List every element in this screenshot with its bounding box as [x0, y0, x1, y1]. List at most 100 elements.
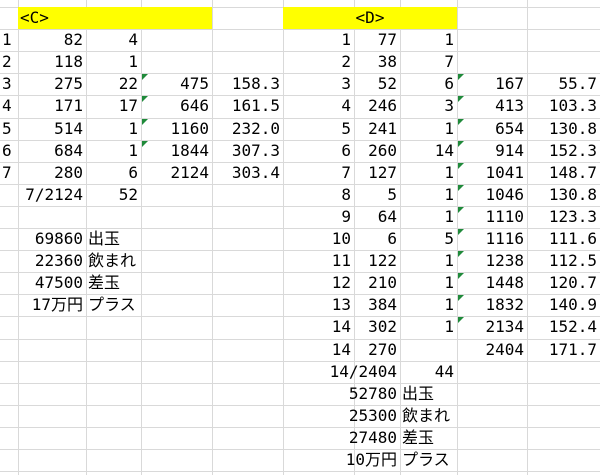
- value-cell[interactable]: 118: [0, 51, 86, 73]
- average-cell[interactable]: 232.0: [212, 118, 283, 140]
- cumulative-cell[interactable]: 914: [457, 140, 527, 162]
- value-cell[interactable]: 246: [354, 95, 400, 117]
- summary-value[interactable]: 10万円: [283, 449, 400, 471]
- cumulative-cell[interactable]: 1046: [457, 184, 527, 206]
- cumulative-cell[interactable]: 2124: [141, 162, 212, 184]
- total-count[interactable]: 44: [400, 361, 457, 383]
- summary-value[interactable]: 25300: [283, 405, 400, 427]
- row-index[interactable]: 7: [283, 162, 354, 184]
- value-cell[interactable]: 6: [354, 228, 400, 250]
- value-cell[interactable]: 127: [354, 162, 400, 184]
- value-cell[interactable]: 280: [0, 162, 86, 184]
- row-index[interactable]: 6: [283, 140, 354, 162]
- row-index[interactable]: 14: [283, 339, 354, 361]
- average-cell[interactable]: 130.8: [527, 184, 600, 206]
- count-cell[interactable]: 22: [86, 73, 141, 95]
- value-cell[interactable]: 514: [0, 118, 86, 140]
- row-index[interactable]: 13: [283, 294, 354, 316]
- average-cell[interactable]: 158.3: [212, 73, 283, 95]
- summary-label[interactable]: 差玉: [86, 272, 212, 294]
- spreadsheet-grid[interactable]: <C> 1 82 4 2 118 1 3 275 22 475 158.3 4 171 17 646 161.5…: [0, 0, 600, 475]
- row-index[interactable]: 10: [283, 228, 354, 250]
- count-cell[interactable]: 1: [400, 162, 457, 184]
- average-cell[interactable]: 152.4: [527, 316, 600, 338]
- count-cell[interactable]: 1: [400, 29, 457, 51]
- count-cell[interactable]: 6: [86, 162, 141, 184]
- average-cell[interactable]: 120.7: [527, 272, 600, 294]
- value-cell[interactable]: 241: [354, 118, 400, 140]
- value-cell[interactable]: 64: [354, 206, 400, 228]
- row-index[interactable]: 12: [283, 272, 354, 294]
- count-cell[interactable]: 52: [86, 184, 141, 206]
- average-cell[interactable]: 148.7: [527, 162, 600, 184]
- average-cell[interactable]: 171.7: [527, 339, 600, 361]
- count-cell[interactable]: 5: [400, 228, 457, 250]
- cumulative-cell[interactable]: 2404: [457, 339, 527, 361]
- row-index[interactable]: 5: [283, 118, 354, 140]
- summary-value[interactable]: 22360: [0, 250, 86, 272]
- cumulative-cell[interactable]: 1160: [141, 118, 212, 140]
- row-index[interactable]: 1: [283, 29, 354, 51]
- summary-value[interactable]: 47500: [0, 272, 86, 294]
- cumulative-cell[interactable]: 2134: [457, 316, 527, 338]
- value-cell[interactable]: 302: [354, 316, 400, 338]
- count-cell[interactable]: 1: [400, 118, 457, 140]
- value-cell[interactable]: 684: [0, 140, 86, 162]
- summary-value[interactable]: 69860: [0, 228, 86, 250]
- value-cell[interactable]: 171: [0, 95, 86, 117]
- summary-value[interactable]: 52780: [283, 383, 400, 405]
- cumulative-cell[interactable]: 654: [457, 118, 527, 140]
- value-cell[interactable]: 52: [354, 73, 400, 95]
- average-cell[interactable]: 103.3: [527, 95, 600, 117]
- row-index[interactable]: 3: [283, 73, 354, 95]
- count-cell[interactable]: 17: [86, 95, 141, 117]
- count-cell[interactable]: 1: [86, 118, 141, 140]
- value-cell[interactable]: 82: [0, 29, 86, 51]
- cumulative-cell[interactable]: 1041: [457, 162, 527, 184]
- summary-label[interactable]: プラス: [400, 449, 527, 471]
- value-cell[interactable]: 77: [354, 29, 400, 51]
- summary-label[interactable]: 飲まれ: [400, 405, 527, 427]
- value-cell[interactable]: 275: [0, 73, 86, 95]
- value-cell[interactable]: 384: [354, 294, 400, 316]
- cumulative-cell[interactable]: 1844: [141, 140, 212, 162]
- count-cell[interactable]: 1: [400, 250, 457, 272]
- cumulative-cell[interactable]: 475: [141, 73, 212, 95]
- row-index[interactable]: 11: [283, 250, 354, 272]
- cumulative-cell[interactable]: 413: [457, 95, 527, 117]
- row-index[interactable]: 8: [283, 184, 354, 206]
- average-cell[interactable]: 112.5: [527, 250, 600, 272]
- count-cell[interactable]: 1: [400, 206, 457, 228]
- row-index[interactable]: 14: [283, 316, 354, 338]
- count-cell[interactable]: 1: [400, 316, 457, 338]
- value-cell[interactable]: 7/2124: [0, 184, 86, 206]
- count-cell[interactable]: 1: [400, 184, 457, 206]
- section-header-d[interactable]: <D>: [283, 7, 457, 29]
- cumulative-cell[interactable]: 646: [141, 95, 212, 117]
- count-cell[interactable]: 1: [86, 140, 141, 162]
- average-cell[interactable]: 140.9: [527, 294, 600, 316]
- value-cell[interactable]: 5: [354, 184, 400, 206]
- value-cell[interactable]: 38: [354, 51, 400, 73]
- cumulative-cell[interactable]: 1832: [457, 294, 527, 316]
- row-index[interactable]: 2: [283, 51, 354, 73]
- summary-label[interactable]: 出玉: [86, 228, 212, 250]
- count-cell[interactable]: 14: [400, 140, 457, 162]
- value-cell[interactable]: 270: [354, 339, 400, 361]
- count-cell[interactable]: 1: [400, 294, 457, 316]
- value-cell[interactable]: 210: [354, 272, 400, 294]
- count-cell[interactable]: 3: [400, 95, 457, 117]
- cumulative-cell[interactable]: 1116: [457, 228, 527, 250]
- total-value[interactable]: 14/2404: [283, 361, 400, 383]
- average-cell[interactable]: 152.3: [527, 140, 600, 162]
- cumulative-cell[interactable]: 167: [457, 73, 527, 95]
- cumulative-cell[interactable]: 1110: [457, 206, 527, 228]
- average-cell[interactable]: 161.5: [212, 95, 283, 117]
- average-cell[interactable]: 123.3: [527, 206, 600, 228]
- count-cell[interactable]: 4: [86, 29, 141, 51]
- count-cell[interactable]: 1: [86, 51, 141, 73]
- value-cell[interactable]: 122: [354, 250, 400, 272]
- summary-label[interactable]: プラス: [86, 294, 212, 316]
- summary-label[interactable]: 飲まれ: [86, 250, 212, 272]
- average-cell[interactable]: 303.4: [212, 162, 283, 184]
